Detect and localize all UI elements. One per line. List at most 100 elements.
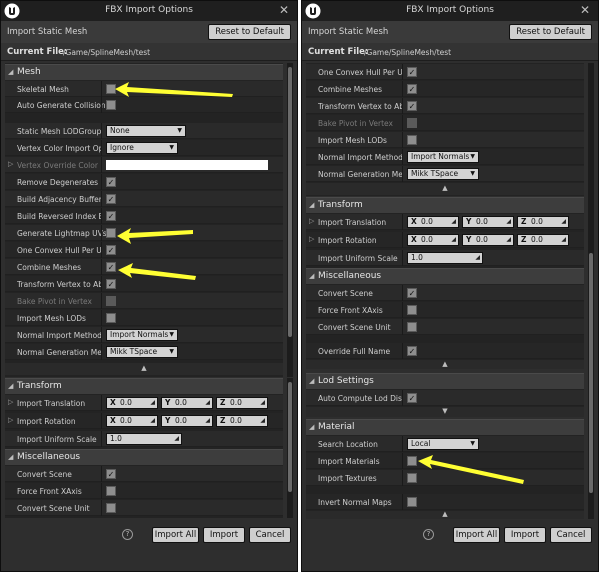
rotation-x-field[interactable]: X 0.0 ◢ (407, 234, 459, 246)
combine-meshes-checkbox[interactable]: ✓ (106, 262, 116, 272)
show-advanced-toggle[interactable]: ▲ (306, 510, 584, 519)
uniform-scale-field[interactable]: 1.0 ◢ (106, 433, 182, 445)
category-lod-settings[interactable]: ◢ Lod Settings (306, 373, 584, 389)
current-file-bar: Current File: /Game/SplineMesh/test (302, 43, 598, 61)
lod-group-dropdown[interactable]: None ▼ (106, 125, 186, 137)
translation-y-field[interactable]: Y 0.0 ◢ (462, 216, 514, 228)
import-button[interactable]: Import (203, 527, 245, 543)
row-label: One Convex Hull Per UC (17, 246, 101, 255)
translation-z-field[interactable]: Z 0.0 ◢ (216, 397, 268, 409)
category-miscellaneous[interactable]: ◢ Miscellaneous (306, 268, 584, 284)
expand-arrow-icon[interactable]: ▷ (8, 160, 13, 168)
rotation-y-field[interactable]: Y 0.0 ◢ (462, 234, 514, 246)
force-front-xaxis-checkbox[interactable]: ✓ (106, 486, 116, 496)
category-label: Miscellaneous (318, 271, 382, 281)
cancel-button[interactable]: Cancel (550, 527, 592, 543)
reset-to-default-button[interactable]: Reset to Default (208, 24, 291, 40)
vertex-override-color-swatch[interactable] (106, 160, 268, 170)
one-convex-hull-checkbox[interactable]: ✓ (407, 67, 417, 77)
cancel-button[interactable]: Cancel (249, 527, 291, 543)
show-advanced-toggle[interactable]: ▲ (306, 183, 584, 195)
import-mesh-lods-checkbox[interactable]: ✓ (407, 135, 417, 145)
annotation-arrow (115, 82, 233, 97)
convert-scene-unit-checkbox[interactable]: ✓ (407, 322, 417, 332)
expand-arrow-icon[interactable]: ▷ (8, 398, 13, 406)
dialog-footer: ? Import All Import Cancel (1, 522, 297, 548)
scrollbar-top[interactable] (287, 63, 293, 377)
category-transform[interactable]: ◢ Transform (5, 378, 283, 394)
import-all-button[interactable]: Import All (453, 527, 500, 543)
bake-pivot-checkbox[interactable]: ✓ (106, 296, 116, 306)
uniform-scale-field[interactable]: 1.0 ◢ (407, 252, 483, 264)
convert-scene-unit-checkbox[interactable]: ✓ (106, 503, 116, 513)
category-mesh[interactable]: ◢ Mesh (5, 64, 283, 80)
transform-vertex-checkbox[interactable]: ✓ (106, 279, 116, 289)
axis-label: Y (165, 398, 171, 407)
row-build-adjacency: Build Adjacency Buffer ✓ (5, 191, 283, 207)
row-label: Import Mesh LODs (17, 314, 86, 323)
close-icon[interactable]: ✕ (277, 3, 291, 17)
row-label: Auto Compute Lod Dista (318, 394, 402, 403)
axis-label: Z (220, 416, 226, 425)
row-label: One Convex Hull Per UC (318, 68, 402, 77)
title-bar[interactable]: FBX Import Options ✕ (1, 1, 297, 21)
import-all-button[interactable]: Import All (152, 527, 199, 543)
expand-arrow-icon[interactable]: ▷ (309, 235, 314, 243)
rotation-x-field[interactable]: X 0.0 ◢ (106, 415, 158, 427)
scroll-thumb[interactable] (589, 253, 593, 493)
title-bar[interactable]: FBX Import Options ✕ (302, 1, 598, 21)
normal-import-method-dropdown[interactable]: Import Normals ▼ (106, 329, 178, 341)
row-label: Auto Generate Collision (17, 101, 106, 110)
remove-degenerates-checkbox[interactable]: ✓ (106, 177, 116, 187)
help-icon[interactable]: ? (122, 529, 133, 540)
rotation-z-field[interactable]: Z 0.0 ◢ (216, 415, 268, 427)
close-icon[interactable]: ✕ (578, 3, 592, 17)
row-label: Remove Degenerates (17, 178, 99, 187)
auto-compute-lod-checkbox[interactable]: ✓ (407, 393, 417, 403)
import-button[interactable]: Import (504, 527, 546, 543)
show-advanced-toggle[interactable]: ▲ (5, 363, 283, 375)
expand-arrow-icon[interactable]: ▷ (8, 416, 13, 424)
field-value: 0.0 (531, 217, 543, 226)
invert-normal-maps-checkbox[interactable]: ✓ (407, 497, 417, 507)
rotation-z-field[interactable]: Z 0.0 ◢ (517, 234, 569, 246)
translation-z-field[interactable]: Z 0.0 ◢ (517, 216, 569, 228)
build-adjacency-checkbox[interactable]: ✓ (106, 194, 116, 204)
show-advanced-toggle[interactable]: ▼ (306, 407, 584, 417)
normal-import-method-dropdown[interactable]: Import Normals ▼ (407, 151, 479, 163)
scroll-thumb[interactable] (288, 382, 292, 492)
annotation-arrow (118, 263, 196, 280)
normal-generation-dropdown[interactable]: Mikk TSpace ▼ (106, 346, 178, 358)
vertex-color-import-dropdown[interactable]: Ignore ▼ (106, 142, 178, 154)
category-transform[interactable]: ◢ Transform (306, 197, 584, 213)
convert-scene-checkbox[interactable]: ✓ (407, 288, 417, 298)
translation-x-field[interactable]: X 0.0 ◢ (106, 397, 158, 409)
expand-arrow-icon[interactable]: ▷ (309, 217, 314, 225)
scrollbar[interactable] (588, 63, 594, 519)
scroll-thumb[interactable] (288, 67, 292, 337)
scrollbar-bottom[interactable] (287, 378, 293, 518)
category-miscellaneous[interactable]: ◢ Miscellaneous (5, 449, 283, 465)
current-file-label: Current File: (7, 47, 68, 57)
build-reversed-index-checkbox[interactable]: ✓ (106, 211, 116, 221)
normal-generation-dropdown[interactable]: Mikk TSpace ▼ (407, 168, 479, 180)
show-advanced-toggle[interactable]: ▲ (306, 360, 584, 369)
row-label: Vertex Color Import Opti (17, 144, 101, 153)
transform-vertex-checkbox[interactable]: ✓ (407, 101, 417, 111)
category-material[interactable]: ◢ Material (306, 419, 584, 435)
convert-scene-checkbox[interactable]: ✓ (106, 469, 116, 479)
import-mesh-lods-checkbox[interactable]: ✓ (106, 313, 116, 323)
search-location-dropdown[interactable]: Local ▼ (407, 438, 479, 450)
help-icon[interactable]: ? (423, 529, 434, 540)
combine-meshes-checkbox[interactable]: ✓ (407, 84, 417, 94)
field-value: 0.0 (230, 416, 242, 425)
translation-x-field[interactable]: X 0.0 ◢ (407, 216, 459, 228)
reset-to-default-button[interactable]: Reset to Default (509, 24, 592, 40)
row-label: Normal Import Method (318, 153, 403, 162)
override-full-name-checkbox[interactable]: ✓ (407, 346, 417, 356)
collapse-arrow-icon: ◢ (309, 377, 315, 385)
rotation-y-field[interactable]: Y 0.0 ◢ (161, 415, 213, 427)
translation-y-field[interactable]: Y 0.0 ◢ (161, 397, 213, 409)
bake-pivot-checkbox[interactable]: ✓ (407, 118, 417, 128)
force-front-xaxis-checkbox[interactable]: ✓ (407, 305, 417, 315)
